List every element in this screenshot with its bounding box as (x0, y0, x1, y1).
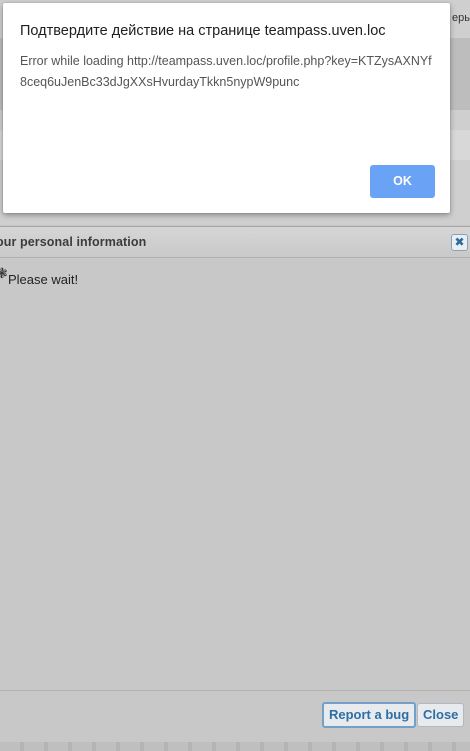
dialog-title: our personal information (0, 235, 147, 249)
report-bug-button[interactable]: Report a bug (322, 702, 417, 728)
please-wait-text: Please wait! (8, 272, 79, 287)
bottom-page-strip (0, 742, 470, 751)
confirm-title: Подтвердите действие на странице teampas… (20, 23, 386, 39)
browser-confirm-dialog: Подтвердите действие на странице teampas… (3, 3, 450, 213)
ok-button[interactable]: OK (370, 165, 435, 198)
dialog-footer: Report a bug Close (0, 690, 470, 744)
dialog-titlebar: our personal information ✖ (0, 227, 470, 258)
close-icon[interactable]: ✖ (451, 234, 468, 251)
close-button[interactable]: Close (417, 703, 465, 727)
dialog-content: ❃ Please wait! (0, 258, 470, 688)
confirm-message: Error while loading http://teampass.uven… (20, 54, 432, 89)
spinner-icon: ❃ (0, 266, 8, 282)
personal-information-dialog: our personal information ✖ ❃ Please wait… (0, 226, 470, 744)
background-top-right-text: ерь (452, 12, 470, 24)
